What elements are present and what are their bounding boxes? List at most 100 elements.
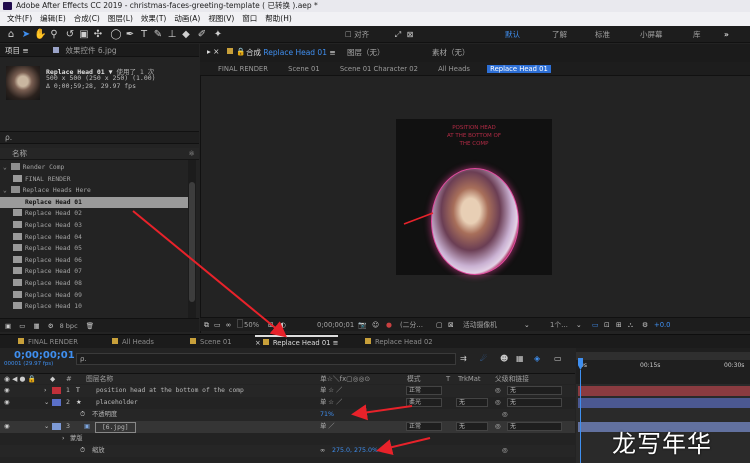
clone-stamp-tool-icon[interactable]: ⊥ xyxy=(166,28,178,41)
pick-whip-icon[interactable]: ◎ xyxy=(495,397,501,409)
camera-dropdown-arrow-icon[interactable]: ⌄ xyxy=(524,318,530,332)
timeline-link-icon[interactable]: ⊡ xyxy=(604,318,610,332)
grid-toggle-icon[interactable]: ⊞ xyxy=(268,318,274,332)
visibility-eye-icon[interactable]: ◉ xyxy=(4,385,10,397)
layer-switches[interactable]: 单 ☆ ／ xyxy=(320,397,342,409)
monitor-icon[interactable]: ▭ xyxy=(214,321,220,329)
layer-row-2[interactable]: ◉ ⌄ 2 ★ placeholder 单 ☆ ／ 柔光 无 ◎ 无 xyxy=(0,397,575,409)
menu-view[interactable]: 视图(V) xyxy=(204,12,238,26)
twirl-icon[interactable]: ⌄ xyxy=(3,187,11,194)
expression-pick-whip-icon[interactable]: ◎ xyxy=(502,445,508,457)
project-scrollbar[interactable] xyxy=(188,160,196,318)
pen-tool-icon[interactable]: ✒ xyxy=(124,28,136,41)
scale-value[interactable]: 275.0, 275.0% xyxy=(332,445,378,457)
menu-animation[interactable]: 动画(A) xyxy=(170,12,204,26)
fast-preview-icon[interactable]: ▭ xyxy=(592,318,598,332)
layer-row-1[interactable]: ◉ › 1 T position head at the bottom of t… xyxy=(0,385,575,397)
snap-features-icon[interactable]: ⊠ xyxy=(404,28,416,41)
pick-whip-icon[interactable]: ◎ xyxy=(495,421,501,433)
timeline-tab-all-heads[interactable]: All Heads xyxy=(112,335,154,349)
property-row-scale[interactable]: ⏱ 缩放 ∞ 275.0, 275.0% ◎ xyxy=(0,445,575,457)
frame-blending-icon[interactable]: ▦ xyxy=(516,354,524,363)
layer-switches[interactable]: 单 ／ xyxy=(320,421,335,433)
menu-layer[interactable]: 图层(L) xyxy=(104,12,137,26)
effects-controls-tab[interactable]: 效果控件 6.jpg xyxy=(65,46,116,55)
layer-row-3[interactable]: ◉ ⌄ 3 ▣ [6.jpg] 单 ／ 正常 无 ◎ 无 xyxy=(0,421,575,433)
lock-icon[interactable]: 🔒 xyxy=(236,47,245,56)
opacity-value[interactable]: 71% xyxy=(320,409,334,421)
graph-editor-icon[interactable]: ▭ xyxy=(554,354,562,363)
draft-3d-icon[interactable]: ☄ xyxy=(480,354,487,363)
parent-dropdown[interactable]: 无 xyxy=(507,422,562,431)
visibility-eye-icon[interactable]: ◉ xyxy=(4,397,10,409)
breadcrumb-scene-01[interactable]: Scene 01 xyxy=(288,65,320,73)
trkmat-dropdown[interactable]: 无 xyxy=(456,398,488,407)
menu-edit[interactable]: 编辑(E) xyxy=(36,12,70,26)
text-tool-icon[interactable]: T xyxy=(138,28,150,41)
constrain-proportions-icon[interactable]: ∞ xyxy=(320,445,325,457)
motion-blur-icon[interactable]: ◈ xyxy=(534,354,540,363)
project-item[interactable]: Replace Head 05 xyxy=(0,243,188,255)
project-item[interactable]: Replace Head 06 xyxy=(0,255,188,267)
menu-composition[interactable]: 合成(C) xyxy=(70,12,104,26)
rotate-tool-icon[interactable]: ↺ xyxy=(64,28,76,41)
flowchart-icon[interactable]: ⚛ xyxy=(188,148,195,160)
property-row-masks[interactable]: › 蒙版 xyxy=(0,433,575,445)
twirl-icon[interactable]: › xyxy=(44,385,47,397)
roi-icon[interactable]: ▢ xyxy=(436,318,442,332)
layer-name[interactable]: position head at the bottom of the comp xyxy=(96,385,244,397)
comp-flowchart-icon[interactable]: ⊞ xyxy=(616,318,622,332)
show-snapshot-icon[interactable]: ☺ xyxy=(372,318,379,332)
project-settings-icon[interactable]: ⚙ xyxy=(48,322,54,330)
project-item[interactable]: Replace Head 04 xyxy=(0,232,188,244)
viewer-close-icon[interactable]: ▸ × xyxy=(207,47,219,56)
layer-viewer-tab[interactable]: 图层（无） xyxy=(347,47,385,58)
timeline-search-input[interactable]: ρ. xyxy=(76,353,456,365)
hide-shy-icon[interactable]: ☻ xyxy=(500,354,508,363)
pan-behind-tool-icon[interactable]: ✣ xyxy=(92,28,104,41)
layer-label-swatch[interactable] xyxy=(52,423,61,430)
expression-pick-whip-icon[interactable]: ◎ xyxy=(502,409,508,421)
project-item[interactable]: Replace Head 02 xyxy=(0,208,188,220)
home-icon[interactable]: ⌂ xyxy=(5,28,17,41)
twirl-icon[interactable]: › xyxy=(62,433,65,445)
workspace-small-screen[interactable]: 小屏幕 xyxy=(640,29,663,40)
stopwatch-icon[interactable]: ⏱ xyxy=(80,445,85,457)
parent-dropdown[interactable]: 无 xyxy=(507,386,562,395)
current-time-display[interactable]: 0;00;00;01 xyxy=(14,350,75,361)
time-ruler[interactable]: 0s 00:15s 00:30s xyxy=(576,348,750,384)
parent-dropdown[interactable]: 无 xyxy=(507,398,562,407)
trkmat-dropdown[interactable]: 无 xyxy=(456,422,488,431)
layer-label-swatch[interactable] xyxy=(52,387,61,394)
project-tab[interactable]: 项目 xyxy=(5,46,20,55)
project-item[interactable]: Replace Head 10 xyxy=(0,301,188,313)
project-item[interactable]: Replace Head 07 xyxy=(0,266,188,278)
menu-effect[interactable]: 效果(T) xyxy=(137,12,170,26)
project-item[interactable]: ⌄ Render Comp xyxy=(0,162,188,174)
project-item[interactable]: Replace Head 01 xyxy=(0,196,188,209)
property-row-opacity[interactable]: ⏱ 不透明度 71% ◎ xyxy=(0,409,575,421)
layer-1-duration-bar[interactable] xyxy=(578,386,750,396)
views-dropdown-arrow-icon[interactable]: ⌄ xyxy=(576,318,582,332)
new-folder-icon[interactable]: ▭ xyxy=(19,322,25,330)
always-preview-icon[interactable]: ⧉ xyxy=(204,321,209,329)
timeline-tab-scene-01[interactable]: Scene 01 xyxy=(190,335,232,349)
camera-dropdown[interactable]: 活动摄像机 xyxy=(463,318,497,332)
exposure-value[interactable]: +0.0 xyxy=(654,318,671,332)
twirl-open-icon[interactable]: ⌄ xyxy=(44,397,49,409)
project-search-input[interactable]: ρ. xyxy=(0,131,199,144)
trash-icon[interactable]: 🗑 xyxy=(86,322,94,330)
layer-name[interactable]: [6.jpg] xyxy=(95,422,136,433)
project-item[interactable]: Replace Head 08 xyxy=(0,278,188,290)
breadcrumb-final-render[interactable]: FINAL RENDER xyxy=(218,65,268,73)
project-item[interactable]: Replace Head 09 xyxy=(0,290,188,302)
breadcrumb-all-heads[interactable]: All Heads xyxy=(438,65,470,73)
composition-tab[interactable]: 合成 Replace Head 01 ≡ xyxy=(246,47,336,58)
zoom-tool-icon[interactable]: ⚲ xyxy=(48,28,60,41)
eraser-tool-icon[interactable]: ◆ xyxy=(180,28,192,41)
channel-icon[interactable]: ◐ xyxy=(280,318,286,332)
timeline-tab-final-render[interactable]: FINAL RENDER xyxy=(18,335,78,349)
interpret-footage-icon[interactable]: ▣ xyxy=(5,322,11,330)
viewer-timecode[interactable]: 0;00;00;01 xyxy=(317,318,354,332)
workspace-default[interactable]: 默认 xyxy=(505,29,520,40)
